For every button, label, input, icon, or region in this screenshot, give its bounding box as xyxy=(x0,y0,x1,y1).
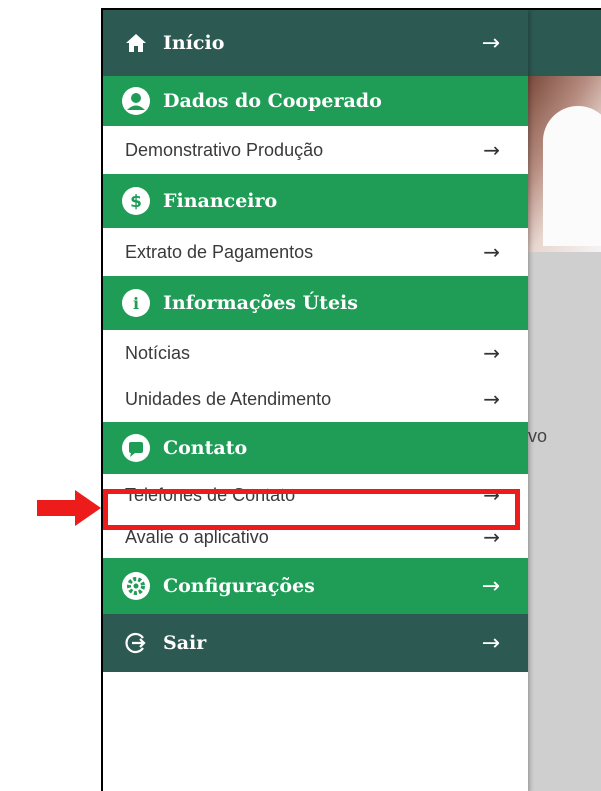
app-header-background xyxy=(528,10,601,76)
menu-item-configuracoes[interactable]: Configurações → xyxy=(103,558,528,614)
menu-label-noticias: Notícias xyxy=(125,342,191,363)
gear-icon xyxy=(121,571,151,601)
menu-item-unidades-de-atendimento[interactable]: Unidades de Atendimento → xyxy=(103,376,528,422)
banner-image xyxy=(528,76,601,252)
arrow-right-icon: → xyxy=(481,573,500,599)
info-icon: i xyxy=(121,288,151,318)
menu-label-unidades: Unidades de Atendimento xyxy=(125,388,332,409)
app-screen: vo Início → Dados do Cooperado Demonstra… xyxy=(101,8,601,791)
menu-label-sair: Sair xyxy=(163,632,207,654)
menu-item-inicio[interactable]: Início → xyxy=(103,10,528,76)
section-financeiro: $ Financeiro xyxy=(103,174,528,228)
arrow-right-icon: → xyxy=(483,341,500,365)
svg-text:i: i xyxy=(133,294,139,313)
logout-icon xyxy=(121,628,151,658)
section-informacoes-uteis: i Informações Úteis xyxy=(103,276,528,330)
section-dados-do-cooperado: Dados do Cooperado xyxy=(103,76,528,126)
arrow-right-icon: → xyxy=(483,138,500,162)
navigation-drawer: Início → Dados do Cooperado Demonstrativ… xyxy=(103,10,528,791)
arrow-right-icon: → xyxy=(481,630,500,656)
menu-item-noticias[interactable]: Notícias → xyxy=(103,330,528,376)
svg-text:$: $ xyxy=(130,192,142,212)
red-arrow-icon xyxy=(37,490,101,526)
section-title-financeiro: Financeiro xyxy=(163,190,278,212)
menu-label-demonstrativo: Demonstrativo Produção xyxy=(125,139,324,160)
section-contato: Contato xyxy=(103,422,528,474)
section-title-contato: Contato xyxy=(163,437,248,459)
menu-item-extrato-de-pagamentos[interactable]: Extrato de Pagamentos → xyxy=(103,228,528,276)
menu-label-configuracoes: Configurações xyxy=(163,575,315,597)
arrow-right-icon: → xyxy=(481,30,500,56)
menu-item-demonstrativo-producao[interactable]: Demonstrativo Produção → xyxy=(103,126,528,174)
arrow-right-icon: → xyxy=(483,525,500,549)
section-title-dados: Dados do Cooperado xyxy=(163,90,382,112)
menu-label-extrato: Extrato de Pagamentos xyxy=(125,241,314,262)
arrow-right-icon: → xyxy=(483,483,500,507)
chat-icon xyxy=(121,433,151,463)
menu-item-sair[interactable]: Sair → xyxy=(103,614,528,672)
menu-item-avalie-o-aplicativo[interactable]: Avalie o aplicativo → xyxy=(103,516,528,558)
section-title-informacoes: Informações Úteis xyxy=(163,292,358,314)
user-icon xyxy=(121,86,151,116)
home-icon xyxy=(121,28,151,58)
menu-label-telefones: Telefones de Contato xyxy=(125,484,296,505)
arrow-right-icon: → xyxy=(483,387,500,411)
menu-label-inicio: Início xyxy=(163,32,225,54)
background-text: vo xyxy=(528,426,548,446)
menu-item-telefones-de-contato[interactable]: Telefones de Contato → xyxy=(103,474,528,516)
arrow-right-icon: → xyxy=(483,240,500,264)
menu-label-avalie: Avalie o aplicativo xyxy=(125,526,269,547)
dollar-icon: $ xyxy=(121,186,151,216)
